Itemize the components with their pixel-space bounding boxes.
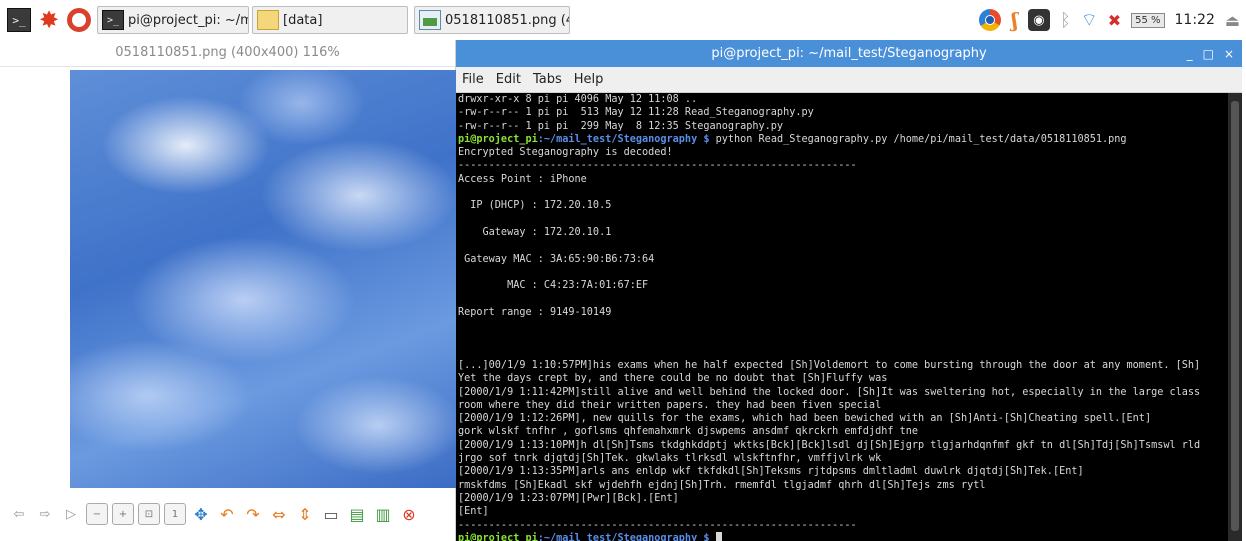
terminal-line: Gateway MAC : 3A:65:90:B6:73:64 — [458, 253, 655, 265]
terminal-scrollbar[interactable] — [1228, 93, 1242, 541]
vnc-icon[interactable]: ◉ — [1027, 9, 1050, 31]
terminal-line: [2000/1/9 1:11:42PM]still alive and well… — [458, 386, 1201, 398]
prompt-user: pi@project_pi — [458, 133, 538, 145]
star-burst-icon[interactable]: ✸ — [37, 6, 61, 34]
task-file-manager[interactable]: [data] — [252, 6, 408, 34]
terminal-line: Report range : 9149-10149 — [458, 306, 612, 318]
menu-edit[interactable]: Edit — [496, 72, 521, 87]
terminal-line: Yet the days crept by, and there could b… — [458, 373, 888, 385]
prompt-user: pi@project_pi — [458, 532, 538, 541]
terminal-line: jrgo sof tnrk djqtdj[Sh]Tek. gkwlaks tlr… — [458, 453, 882, 465]
scrollbar-thumb[interactable] — [1231, 101, 1239, 531]
task-image-viewer[interactable]: 0518110851.png (40... — [414, 6, 570, 34]
viewer-toolbar: ⇦ ⇨ ▷ − + ⊡ 1 ✥ ↶ ↷ ⇔ ⇕ ▭ ▤ ▥ ⊗ — [0, 494, 456, 534]
menu-help[interactable]: Help — [574, 72, 604, 87]
terminal-line: pi@project_pi:~/mail_test/Steganography … — [458, 532, 1228, 541]
slideshow-icon[interactable]: ▷ — [60, 503, 82, 525]
open-file-icon[interactable]: ▭ — [320, 503, 342, 525]
mathematica-icon[interactable]: ʃ — [1011, 8, 1018, 32]
terminal-line: drwxr-xr-x 8 pi pi 4096 May 12 11:08 .. — [458, 94, 698, 105]
bluetooth-icon[interactable]: ᛒ — [1060, 10, 1071, 31]
terminal-title: pi@project_pi: ~/mail_test/Steganography — [711, 46, 987, 61]
terminal-line: IP (DHCP) : 172.20.10.5 — [458, 200, 612, 212]
task-image-viewer-label: 0518110851.png (40... — [445, 12, 569, 28]
menu-file[interactable]: File — [462, 72, 484, 87]
window-controls: _ □ × — [1177, 40, 1234, 67]
zoom-original-icon[interactable]: 1 — [164, 503, 186, 525]
menu-tabs[interactable]: Tabs — [533, 72, 562, 87]
zoom-fit-icon[interactable]: ⊡ — [138, 503, 160, 525]
cpu-monitor[interactable]: 55 % — [1131, 12, 1165, 28]
clock[interactable]: 11:22 — [1175, 12, 1215, 28]
terminal-line: [2000/1/9 1:12:26PM], new quills for the… — [458, 413, 1152, 425]
image-viewer-window: 0518110851.png (400x400) 116% ⇦ ⇨ ▷ − + … — [0, 40, 456, 541]
viewer-title: 0518110851.png (400x400) 116% — [0, 40, 455, 67]
terminal-line: ----------------------------------------… — [458, 519, 857, 531]
task-terminal[interactable]: >_ pi@project_pi: ~/mai... — [97, 6, 249, 34]
terminal-line: pi@project_pi:~/mail_test/Steganography … — [458, 133, 1228, 146]
eject-icon[interactable]: ⏏ — [1225, 11, 1240, 30]
rotate-left-icon[interactable]: ↶ — [216, 503, 238, 525]
rotate-right-icon[interactable]: ↷ — [242, 503, 264, 525]
task-terminal-label: pi@project_pi: ~/mai... — [128, 12, 248, 28]
terminal-line: [...]00/1/9 1:10:57PM]his exams when he … — [458, 359, 1201, 371]
terminal-output[interactable]: drwxr-xr-x 8 pi pi 4096 May 12 11:08 .. -… — [456, 93, 1228, 541]
terminal-line: [2000/1/9 1:13:35PM]arls ans enldp wkf t… — [458, 466, 1084, 478]
chromium-icon[interactable] — [979, 9, 1002, 31]
maximize-button[interactable]: □ — [1203, 47, 1214, 61]
task-file-manager-label: [data] — [283, 12, 323, 28]
terminal-line: room where they did their written papers… — [458, 399, 882, 411]
prompt-path: :~/mail_test/Steganography $ — [537, 532, 710, 541]
delete-file-icon[interactable]: ▥ — [372, 503, 394, 525]
browser-launcher-icon[interactable] — [67, 8, 91, 32]
close-button[interactable]: × — [1224, 47, 1234, 61]
prompt-path: :~/mail_test/Steganography $ — [537, 133, 710, 145]
terminal-titlebar[interactable]: pi@project_pi: ~/mail_test/Steganography… — [456, 40, 1242, 67]
volume-muted-icon[interactable]: ✖ — [1108, 11, 1121, 30]
terminal-icon: >_ — [102, 10, 124, 30]
terminal-line: [2000/1/9 1:13:10PM]h dl[Sh]Tsms tkdghkd… — [458, 439, 1201, 451]
save-file-icon[interactable]: ▤ — [346, 503, 368, 525]
terminal-window: pi@project_pi: ~/mail_test/Steganography… — [456, 40, 1242, 541]
zoom-in-icon[interactable]: + — [112, 503, 134, 525]
terminal-line: -rw-r--r-- 1 pi pi 513 May 12 11:28 Read… — [458, 107, 814, 119]
terminal-menubar: File Edit Tabs Help — [456, 67, 1242, 93]
taskbar: >_ ✸ >_ pi@project_pi: ~/mai... [data] 0… — [0, 0, 1246, 40]
image-icon — [419, 10, 441, 30]
terminal-line: Encrypted Steganography is decoded! — [458, 147, 673, 159]
previous-icon[interactable]: ⇦ — [8, 503, 30, 525]
terminal-line: [2000/1/9 1:23:07PM][Pwr][Bck].[Ent] — [458, 492, 679, 504]
flip-horizontal-icon[interactable]: ⇔ — [268, 503, 290, 525]
wifi-icon[interactable]: ⌔ — [1081, 9, 1098, 32]
next-icon[interactable]: ⇨ — [34, 503, 56, 525]
terminal-line: Gateway : 172.20.10.1 — [458, 226, 612, 238]
text-cursor — [715, 532, 722, 541]
terminal-line: rmskfdms [Sh]Ekadl skf wjdehfh ejdnj[Sh]… — [458, 479, 986, 491]
image-canvas — [70, 70, 456, 488]
terminal-line: MAC : C4:23:7A:01:67:EF — [458, 280, 649, 292]
terminal-line: [Ent] — [458, 506, 489, 518]
terminal-line: -rw-r--r-- 1 pi pi 299 May 8 12:35 Stega… — [458, 120, 784, 132]
fullscreen-icon[interactable]: ✥ — [190, 503, 212, 525]
terminal-line: Access Point : iPhone — [458, 173, 587, 185]
close-icon[interactable]: ⊗ — [398, 503, 420, 525]
zoom-out-icon[interactable]: − — [86, 503, 108, 525]
system-tray: ʃ ◉ ᛒ ⌔ ✖ 55 % 11:22 ⏏ — [969, 0, 1240, 40]
minimize-button[interactable]: _ — [1187, 47, 1193, 61]
terminal-line: ----------------------------------------… — [458, 160, 857, 172]
terminal-line: gork wlskf tnfhr , goflsms qhfemahxmrk d… — [458, 426, 919, 438]
flip-vertical-icon[interactable]: ⇕ — [294, 503, 316, 525]
folder-icon — [257, 10, 279, 30]
terminal-launcher-icon[interactable]: >_ — [7, 8, 31, 32]
prompt-command: python Read_Steganography.py /home/pi/ma… — [709, 133, 1127, 145]
